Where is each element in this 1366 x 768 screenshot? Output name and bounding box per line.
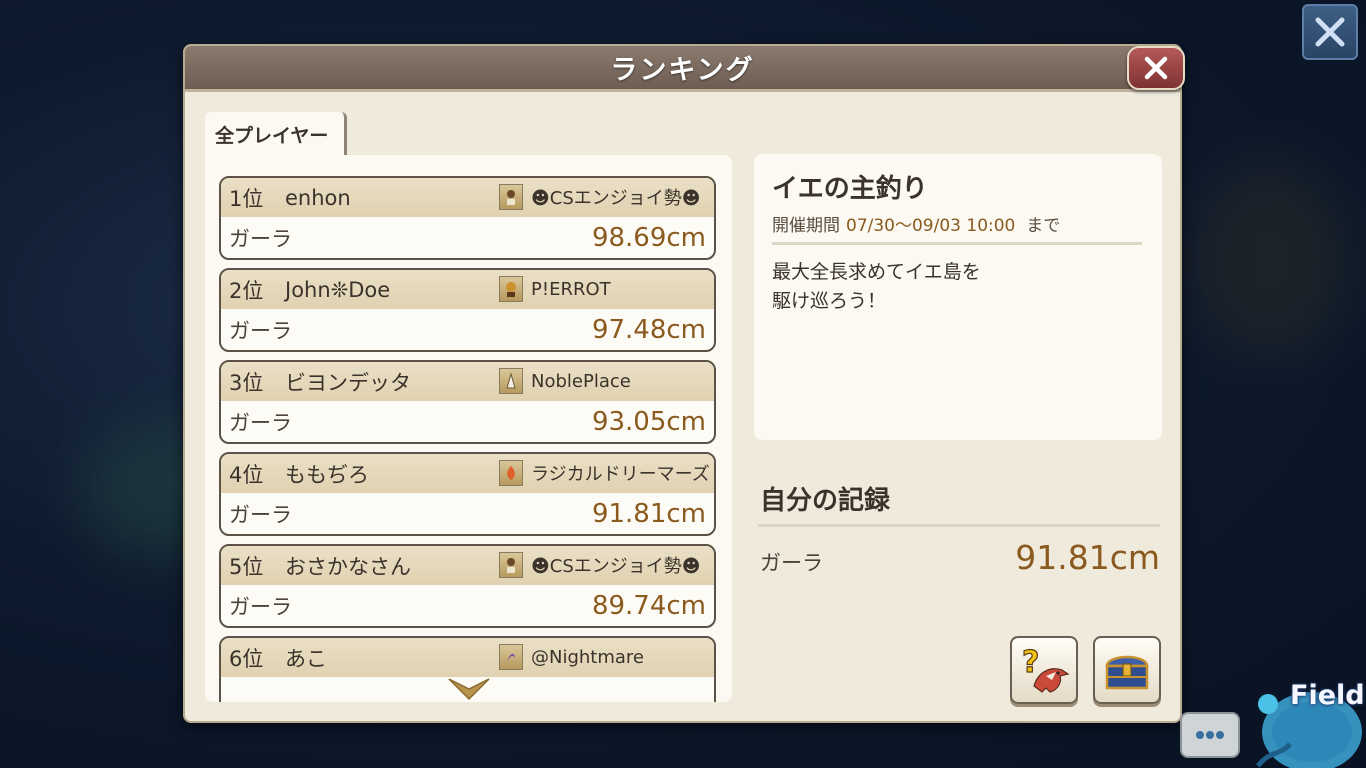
rank-position: 3位 xyxy=(229,370,264,395)
divider xyxy=(758,524,1160,527)
chevron-down-icon xyxy=(448,678,490,701)
player-name: ももぢろ xyxy=(285,462,369,487)
event-period-dates: 07/30〜09/03 10:00 xyxy=(846,216,1016,236)
team-emblem-icon xyxy=(499,276,523,302)
panel-title: ランキング xyxy=(610,55,755,86)
rank-position: 2位 xyxy=(229,278,264,303)
panel-close-button[interactable] xyxy=(1127,46,1185,90)
tab-all-players[interactable]: 全プレイヤー xyxy=(205,112,347,156)
rank-position: 5位 xyxy=(229,554,264,579)
team-name: ☻CSエンジョイ勢☻ xyxy=(531,188,701,209)
fish-name: ガーラ xyxy=(229,594,292,619)
chat-bubble-icon xyxy=(1196,731,1224,739)
chat-button[interactable] xyxy=(1180,712,1240,758)
player-name: John❊Doe xyxy=(285,277,391,302)
my-record-title: 自分の記録 xyxy=(760,486,891,516)
ranking-row[interactable]: 5位 おさかなさん ☻CSエンジョイ勢☻ ガーラ 89.74cm xyxy=(219,544,716,628)
close-icon xyxy=(1315,17,1345,47)
team-emblem-icon xyxy=(499,552,523,578)
player-name: あこ xyxy=(285,646,327,671)
team-name: ラジカルドリーマーズ xyxy=(531,464,710,485)
rank-position: 1位 xyxy=(229,186,264,211)
event-period-label: 開催期間 xyxy=(772,216,840,236)
team-name: @Nightmare xyxy=(531,646,645,668)
fish-size: 93.05cm xyxy=(591,406,706,437)
treasure-chest-icon xyxy=(1105,655,1149,690)
ranking-row[interactable]: 2位 John❊Doe P!ERROT ガーラ 97.48cm xyxy=(219,268,716,352)
team-name: P!ERROT xyxy=(531,278,611,300)
event-period: 開催期間 07/30〜09/03 10:00 まで xyxy=(772,211,1060,236)
fish-size: 91.81cm xyxy=(591,498,706,529)
fish-size: 97.48cm xyxy=(591,314,706,345)
player-name: enhon xyxy=(285,185,351,210)
ranking-panel: ランキング 全プレイヤー 1位 enhon ☻CSエンジョイ勢☻ ガーラ 98.… xyxy=(183,44,1185,723)
player-name: おさかなさん xyxy=(285,554,411,579)
ranking-row[interactable]: 1位 enhon ☻CSエンジョイ勢☻ ガーラ 98.69cm xyxy=(219,176,716,260)
help-bird-icon: ? xyxy=(1021,644,1070,693)
rank-position: 4位 xyxy=(229,462,264,487)
team-emblem-icon xyxy=(499,184,523,210)
event-description: 最大全長求めてイエ島を 駆け巡ろう！ xyxy=(772,258,981,316)
player-name: ビヨンデッタ xyxy=(285,370,411,395)
scroll-down-button[interactable] xyxy=(447,675,491,702)
ranking-row[interactable]: 3位 ビヨンデッタ NoblePlace ガーラ 93.05cm xyxy=(219,360,716,444)
ranking-row[interactable]: 4位 ももぢろ ラジカルドリーマーズ ガーラ 91.81cm xyxy=(219,452,716,536)
event-title: イエの主釣り xyxy=(772,174,928,204)
panel-header: ランキング xyxy=(185,46,1180,92)
help-button[interactable]: ? xyxy=(1010,636,1078,704)
team-emblem-icon xyxy=(499,368,523,394)
close-icon xyxy=(1144,56,1168,80)
background-glow xyxy=(1190,160,1350,360)
divider xyxy=(772,242,1142,245)
event-description-line: 駆け巡ろう！ xyxy=(772,290,887,312)
event-info-box: イエの主釣り 開催期間 07/30〜09/03 10:00 まで 最大全長求めてイ… xyxy=(754,154,1162,440)
fish-size: 89.74cm xyxy=(591,590,706,621)
fish-name: ガーラ xyxy=(229,410,292,435)
team-emblem-icon xyxy=(499,460,523,486)
field-button-label[interactable]: Field xyxy=(1290,680,1365,711)
reward-button[interactable] xyxy=(1093,636,1161,704)
event-period-suffix: まで xyxy=(1026,216,1061,236)
event-description-line: 最大全長求めてイエ島を xyxy=(772,261,981,283)
svg-text:?: ? xyxy=(1022,645,1039,680)
team-name: ☻CSエンジョイ勢☻ xyxy=(531,556,701,577)
fish-name: ガーラ xyxy=(229,226,292,251)
fish-name: ガーラ xyxy=(229,502,292,527)
screen-close-button[interactable] xyxy=(1302,4,1358,60)
my-record-size: 91.81cm xyxy=(1015,538,1160,577)
tab-label: 全プレイヤー xyxy=(215,124,329,147)
rank-position: 6位 xyxy=(229,646,264,671)
ranking-list[interactable]: 1位 enhon ☻CSエンジョイ勢☻ ガーラ 98.69cm 2位 John❊… xyxy=(205,155,732,702)
my-record-fish: ガーラ xyxy=(760,551,823,575)
team-emblem-icon xyxy=(499,644,523,670)
fish-size: 98.69cm xyxy=(591,222,706,253)
fish-name: ガーラ xyxy=(229,318,292,343)
team-name: NoblePlace xyxy=(531,370,631,392)
